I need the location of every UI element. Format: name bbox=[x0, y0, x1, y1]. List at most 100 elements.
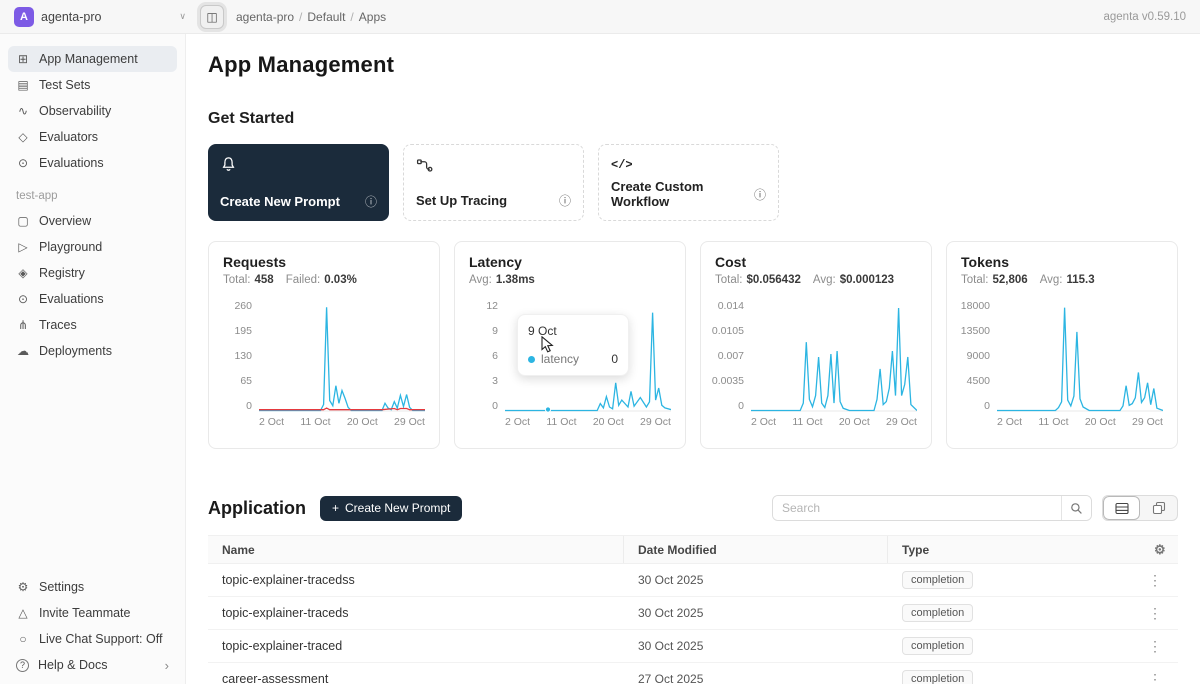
search-bar bbox=[772, 495, 1092, 521]
stat-label: Failed: bbox=[286, 274, 321, 286]
tooltip-value: 0 bbox=[611, 352, 618, 366]
table-row[interactable]: career-assessment 27 Oct 2025 completion… bbox=[208, 663, 1178, 684]
breadcrumb-page[interactable]: Apps bbox=[359, 10, 386, 24]
app-date-modified: 27 Oct 2025 bbox=[624, 672, 888, 684]
sidebar-item-overview[interactable]: ▢ Overview bbox=[8, 208, 177, 234]
ellipsis-icon: ⋮ bbox=[1148, 638, 1162, 654]
metric-cards: Requests Total:458 Failed:0.03% 26019513… bbox=[208, 241, 1178, 449]
sidebar-item-label: Observability bbox=[39, 104, 111, 118]
info-icon[interactable]: ⓘ bbox=[559, 192, 571, 209]
stat-label: Total: bbox=[223, 274, 251, 286]
application-heading: Application bbox=[208, 498, 306, 519]
search-input[interactable] bbox=[773, 496, 1061, 520]
sidebar-item-label: Deployments bbox=[39, 344, 112, 358]
gear-icon: ⚙ bbox=[1154, 542, 1166, 558]
sidebar-item-label: Settings bbox=[39, 580, 84, 594]
view-toggle bbox=[1102, 495, 1178, 521]
breadcrumb-workspace[interactable]: agenta-pro bbox=[236, 10, 294, 24]
create-custom-workflow-card[interactable]: </> Create Custom Workflow ⓘ bbox=[598, 144, 779, 221]
cost-chart[interactable] bbox=[751, 300, 917, 412]
app-name: topic-explainer-traced bbox=[208, 639, 624, 653]
sidebar-item-help-docs[interactable]: ? Help & Docs › bbox=[8, 652, 177, 678]
card-label: Create New Prompt bbox=[220, 194, 340, 209]
metric-title: Cost bbox=[715, 254, 917, 270]
applications-table: Name Date Modified Type ⚙ topic-explaine… bbox=[208, 535, 1178, 684]
sidebar-item-registry[interactable]: ◈ Registry bbox=[8, 260, 177, 286]
row-actions-button[interactable]: ⋮ bbox=[1140, 638, 1178, 655]
chevron-down-icon: ∨ bbox=[179, 11, 186, 22]
type-badge: completion bbox=[902, 670, 973, 684]
column-header-date-modified[interactable]: Date Modified bbox=[624, 536, 888, 563]
evaluation-icon: ⊙ bbox=[16, 292, 30, 306]
table-row[interactable]: topic-explainer-tracedss 30 Oct 2025 com… bbox=[208, 564, 1178, 597]
sidebar-item-evaluations[interactable]: ⊙ Evaluations bbox=[8, 150, 177, 176]
help-icon: ? bbox=[16, 659, 29, 672]
x-axis-labels: 2 Oct11 Oct20 Oct29 Oct bbox=[751, 416, 917, 428]
sidebar-item-observability[interactable]: ∿ Observability bbox=[8, 98, 177, 124]
sidebar-item-label: Evaluations bbox=[39, 292, 104, 306]
series-dot-icon bbox=[528, 356, 535, 363]
panel-icon: ◫ bbox=[206, 10, 217, 24]
table-view-icon bbox=[1115, 502, 1129, 515]
app-name: topic-explainer-tracedss bbox=[208, 573, 624, 587]
info-icon[interactable]: ⓘ bbox=[754, 186, 766, 203]
page-title: App Management bbox=[208, 52, 1178, 78]
tracing-icon bbox=[416, 157, 433, 174]
create-new-prompt-card[interactable]: Create New Prompt ⓘ bbox=[208, 144, 389, 221]
sidebar-item-app-evaluations[interactable]: ⊙ Evaluations bbox=[8, 286, 177, 312]
cost-metric-card: Cost Total:$0.056432 Avg:$0.000123 0.014… bbox=[700, 241, 932, 449]
sidebar-item-app-management[interactable]: ⊞ App Management bbox=[8, 46, 177, 72]
sidebar-item-evaluators[interactable]: ◇ Evaluators bbox=[8, 124, 177, 150]
breadcrumb-project[interactable]: Default bbox=[307, 10, 345, 24]
table-view-button[interactable] bbox=[1103, 496, 1140, 520]
search-button[interactable] bbox=[1061, 496, 1091, 520]
stat-label: Total: bbox=[715, 274, 743, 286]
sidebar-item-deployments[interactable]: ☁ Deployments bbox=[8, 338, 177, 364]
row-actions-button[interactable]: ⋮ bbox=[1140, 572, 1178, 589]
stat-label: Avg: bbox=[813, 274, 836, 286]
sidebar-item-label: Registry bbox=[39, 266, 85, 280]
table-row[interactable]: topic-explainer-traced 30 Oct 2025 compl… bbox=[208, 630, 1178, 663]
sidebar-toggle-button[interactable]: ◫ bbox=[200, 5, 224, 29]
stat-value: $0.000123 bbox=[840, 274, 894, 286]
evaluation-icon: ⊙ bbox=[16, 156, 30, 170]
card-view-button[interactable] bbox=[1140, 496, 1177, 520]
stat-value: $0.056432 bbox=[747, 274, 801, 286]
ellipsis-icon: ⋮ bbox=[1148, 671, 1162, 684]
cloud-icon: ☁ bbox=[16, 344, 30, 358]
sidebar-item-label: Evaluations bbox=[39, 156, 104, 170]
stat-value: 458 bbox=[255, 274, 274, 286]
get-started-cards: Create New Prompt ⓘ Set Up Tracing ⓘ </> bbox=[208, 144, 1178, 221]
create-new-prompt-button[interactable]: + Create New Prompt bbox=[320, 496, 462, 521]
column-header-name[interactable]: Name bbox=[208, 536, 624, 563]
breadcrumb: agenta-pro / Default / Apps bbox=[236, 10, 386, 24]
evaluator-icon: ◇ bbox=[16, 130, 30, 144]
sidebar-item-live-chat-support[interactable]: ○ Live Chat Support: Off bbox=[8, 626, 177, 652]
tokens-chart[interactable] bbox=[997, 300, 1163, 412]
table-settings-button[interactable]: ⚙ bbox=[1140, 536, 1180, 563]
row-actions-button[interactable]: ⋮ bbox=[1140, 605, 1178, 622]
card-label: Set Up Tracing bbox=[416, 193, 507, 208]
overview-icon: ▢ bbox=[16, 214, 30, 228]
bell-icon bbox=[220, 156, 237, 173]
table-row[interactable]: topic-explainer-traceds 30 Oct 2025 comp… bbox=[208, 597, 1178, 630]
info-icon[interactable]: ⓘ bbox=[365, 193, 377, 210]
workspace-switcher[interactable]: A agenta-pro ∨ bbox=[14, 7, 186, 27]
row-actions-button[interactable]: ⋮ bbox=[1140, 671, 1178, 684]
y-axis-labels: 129630 bbox=[469, 300, 505, 412]
sidebar-item-settings[interactable]: ⚙ Settings bbox=[8, 574, 177, 600]
type-badge: completion bbox=[902, 637, 973, 655]
get-started-heading: Get Started bbox=[208, 110, 1178, 128]
requests-chart[interactable] bbox=[259, 300, 425, 412]
sidebar-item-test-sets[interactable]: ▤ Test Sets bbox=[8, 72, 177, 98]
app-name: career-assessment bbox=[208, 672, 624, 684]
set-up-tracing-card[interactable]: Set Up Tracing ⓘ bbox=[403, 144, 584, 221]
sidebar-item-traces[interactable]: ⋔ Traces bbox=[8, 312, 177, 338]
sidebar-item-playground[interactable]: ▷ Playground bbox=[8, 234, 177, 260]
invite-icon: △ bbox=[16, 606, 30, 620]
chevron-right-icon: › bbox=[165, 658, 169, 673]
grid-icon: ⊞ bbox=[16, 52, 30, 66]
column-header-type[interactable]: Type bbox=[888, 536, 1140, 563]
sidebar-item-invite-teammate[interactable]: △ Invite Teammate bbox=[8, 600, 177, 626]
card-view-icon bbox=[1152, 501, 1166, 515]
